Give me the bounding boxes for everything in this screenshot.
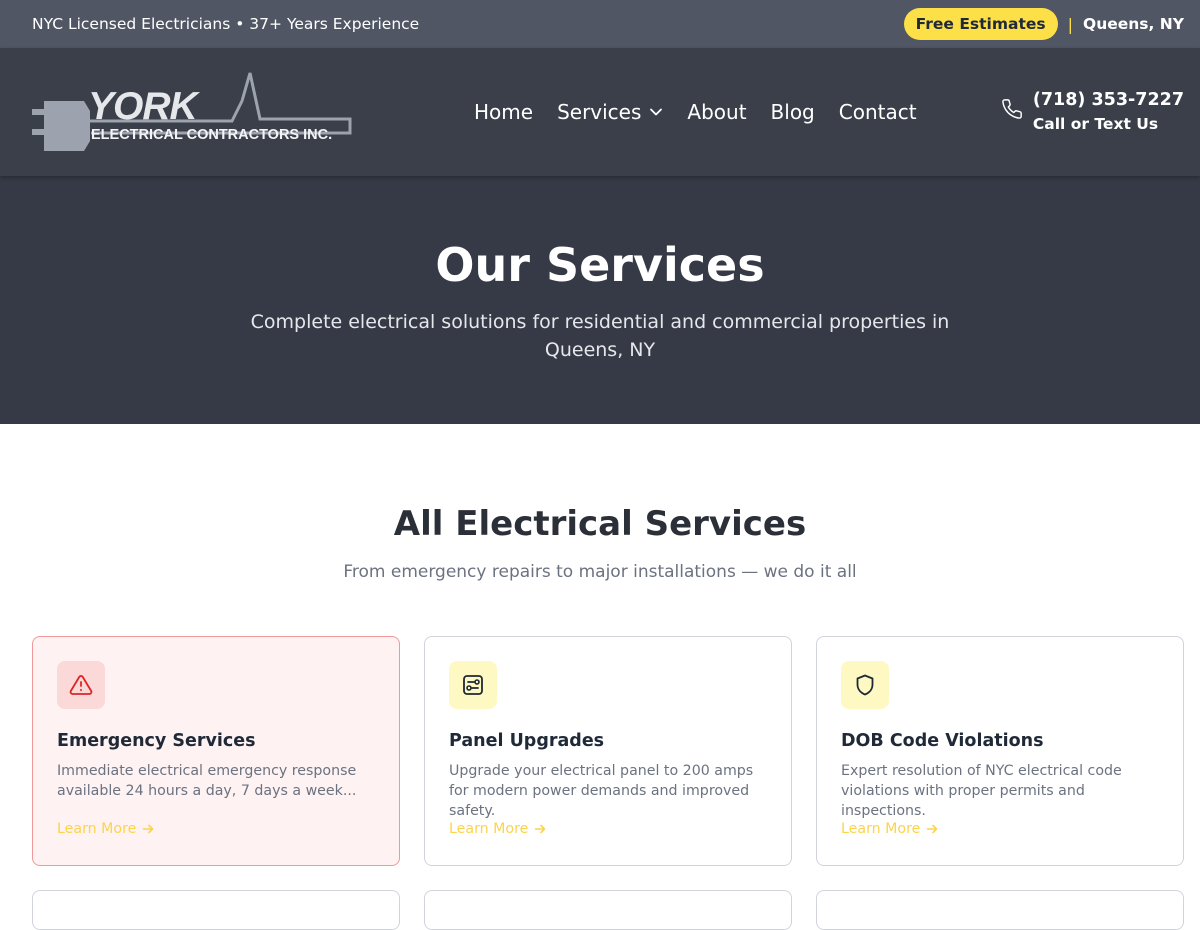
learn-more-link[interactable]: Learn More xyxy=(841,821,938,837)
card-description: Immediate electrical emergency response … xyxy=(57,763,357,799)
learn-more-label: Learn More xyxy=(57,821,137,837)
phone-contact[interactable]: (718) 353-7227 Call or Text Us xyxy=(1001,88,1184,136)
nav-contact-label: Contact xyxy=(838,100,917,124)
hero-banner: Our Services Complete electrical solutio… xyxy=(0,176,1200,424)
site-header: YORK ELECTRICAL CONTRACTORS INC. Home Se… xyxy=(0,48,1200,176)
phone-number[interactable]: (718) 353-7227 xyxy=(1033,88,1184,112)
nav-services-label: Services xyxy=(557,100,642,124)
topbar-separator: | xyxy=(1067,14,1074,34)
topbar-right: Free Estimates | Queens, NY xyxy=(903,8,1184,40)
learn-more-label: Learn More xyxy=(841,821,921,837)
learn-more-label: Learn More xyxy=(449,821,529,837)
card-description: Expert resolution of NYC electrical code… xyxy=(841,763,1122,819)
nav-services[interactable]: Services xyxy=(557,100,663,124)
arrow-right-icon xyxy=(143,824,154,834)
card-description: Upgrade your electrical panel to 200 amp… xyxy=(449,763,754,819)
card-icon-container xyxy=(57,661,105,709)
learn-more-link[interactable]: Learn More xyxy=(449,821,546,837)
nav-about[interactable]: About xyxy=(687,100,746,124)
nav-blog[interactable]: Blog xyxy=(771,100,815,124)
phone-text: (718) 353-7227 Call or Text Us xyxy=(1033,88,1184,136)
service-card-partial[interactable] xyxy=(32,890,400,930)
card-icon-container xyxy=(841,661,889,709)
section-title: All Electrical Services xyxy=(393,504,807,544)
warning-triangle-icon xyxy=(69,675,93,695)
electrical-panel-icon xyxy=(463,675,483,695)
free-estimates-button[interactable]: Free Estimates xyxy=(903,8,1058,40)
company-logo[interactable]: YORK ELECTRICAL CONTRACTORS INC. xyxy=(32,71,352,153)
service-cards: Emergency Services Immediate electrical … xyxy=(32,636,1184,866)
nav-home[interactable]: Home xyxy=(474,100,533,124)
card-title: Panel Upgrades xyxy=(449,731,605,751)
location-label: Queens, NY xyxy=(1083,15,1184,33)
hero-subtitle: Complete electrical solutions for reside… xyxy=(250,311,950,361)
card-title: DOB Code Violations xyxy=(841,731,1044,751)
section-subtitle: From emergency repairs to major installa… xyxy=(343,562,857,582)
learn-more-link[interactable]: Learn More xyxy=(57,821,154,837)
services-section: All Electrical Services From emergency r… xyxy=(0,424,1200,582)
phone-icon xyxy=(1002,99,1022,119)
top-info-bar: NYC Licensed Electricians • 37+ Years Ex… xyxy=(0,0,1200,48)
nav-blog-label: Blog xyxy=(770,100,815,124)
service-card-partial[interactable] xyxy=(424,890,792,930)
arrow-right-icon xyxy=(535,824,546,834)
nav-home-label: Home xyxy=(474,100,534,124)
main-nav: Home Services About Blog Contact xyxy=(474,48,917,176)
nav-about-label: About xyxy=(687,100,747,124)
service-card-partial[interactable] xyxy=(816,890,1184,930)
logo-wordmark: YORK xyxy=(88,85,198,128)
tagline: NYC Licensed Electricians • 37+ Years Ex… xyxy=(32,15,420,33)
service-card-emergency[interactable]: Emergency Services Immediate electrical … xyxy=(32,636,400,866)
chevron-down-icon xyxy=(650,108,663,116)
card-icon-container xyxy=(449,661,497,709)
card-title: Emergency Services xyxy=(57,731,256,751)
arrow-right-icon xyxy=(927,824,938,834)
phone-note: Call or Text Us xyxy=(1032,115,1159,133)
service-cards-next-row xyxy=(32,890,1184,930)
logo-subtitle: ELECTRICAL CONTRACTORS INC. xyxy=(91,127,333,143)
service-card-panel-upgrades[interactable]: Panel Upgrades Upgrade your electrical p… xyxy=(424,636,792,866)
service-card-dob-violations[interactable]: DOB Code Violations Expert resolution of… xyxy=(816,636,1184,866)
shield-icon xyxy=(856,674,874,696)
page-title: Our Services xyxy=(435,238,765,292)
nav-contact[interactable]: Contact xyxy=(839,100,917,124)
